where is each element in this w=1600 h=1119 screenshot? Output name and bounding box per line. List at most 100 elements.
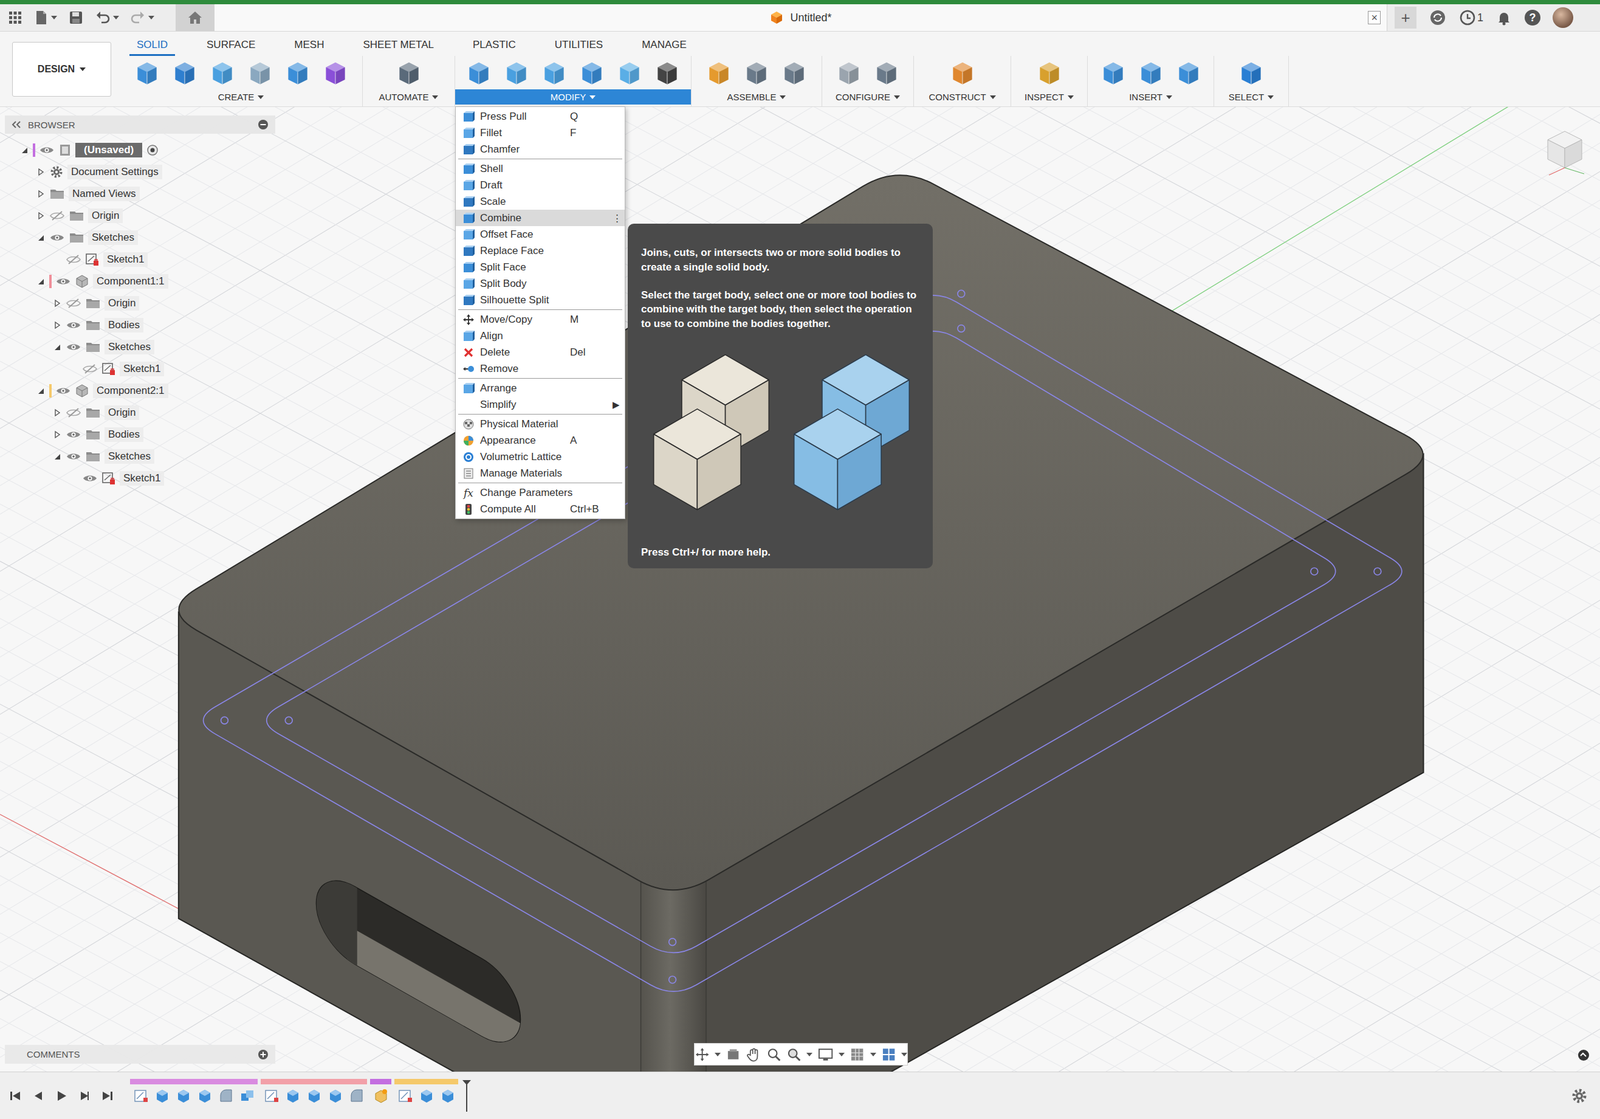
- timeline-feature[interactable]: [130, 1087, 152, 1104]
- browser-item[interactable]: Component1:1: [4, 270, 276, 293]
- menu-item[interactable]: Split Face: [455, 258, 625, 276]
- tool-icon[interactable]: [741, 57, 772, 89]
- step-forward-icon[interactable]: [77, 1088, 92, 1103]
- menu-item[interactable]: Arrange: [455, 379, 625, 397]
- timeline-feature[interactable]: [436, 1087, 459, 1104]
- home-tab[interactable]: [175, 4, 214, 31]
- tool-icon[interactable]: [1034, 57, 1065, 89]
- eye-hidden-icon[interactable]: [49, 210, 66, 222]
- tool-icon[interactable]: [501, 57, 532, 89]
- timeline-feature[interactable]: [394, 1087, 416, 1104]
- menu-item[interactable]: AppearanceA: [455, 432, 625, 449]
- expander[interactable]: [52, 408, 62, 417]
- expander[interactable]: [35, 167, 46, 177]
- group-menu-button[interactable]: INSERT: [1087, 89, 1214, 105]
- browser-item[interactable]: (Unsaved): [4, 139, 276, 162]
- user-avatar[interactable]: [1552, 7, 1574, 28]
- browser-item[interactable]: Bodies: [4, 314, 276, 337]
- menu-item[interactable]: Manage Materials: [455, 464, 625, 482]
- ribbon-tab[interactable]: UTILITIES: [547, 38, 611, 56]
- menu-item[interactable]: Split Body: [455, 275, 625, 292]
- group-menu-button[interactable]: SELECT: [1214, 89, 1289, 105]
- ribbon-tab[interactable]: PLASTIC: [465, 38, 524, 56]
- browser-item[interactable]: Sketches: [4, 445, 276, 468]
- group-menu-button[interactable]: CREATE: [119, 89, 363, 105]
- eye-icon[interactable]: [65, 450, 82, 462]
- menu-item[interactable]: Press PullQ: [455, 108, 625, 125]
- ribbon-tab[interactable]: MESH: [286, 38, 332, 56]
- menu-item[interactable]: Move/CopyM: [455, 311, 625, 328]
- tool-icon[interactable]: [1236, 57, 1267, 89]
- eye-hidden-icon[interactable]: [65, 297, 82, 309]
- browser-item[interactable]: Sketch1: [4, 467, 276, 490]
- eye-hidden-icon[interactable]: [65, 407, 82, 419]
- menu-item[interactable]: Volumetric Lattice: [455, 448, 625, 465]
- timeline-feature[interactable]: [415, 1087, 437, 1104]
- timeline-feature[interactable]: [370, 1087, 392, 1104]
- skip-to-start-icon[interactable]: [8, 1088, 22, 1103]
- tool-icon[interactable]: [169, 57, 200, 89]
- tool-icon[interactable]: [539, 57, 570, 89]
- skip-to-end-icon[interactable]: [100, 1088, 115, 1103]
- tool-icon[interactable]: [244, 57, 276, 89]
- expander[interactable]: [35, 277, 46, 286]
- ribbon-tab[interactable]: SOLID: [129, 38, 176, 56]
- new-tab-button[interactable]: +: [1394, 6, 1417, 29]
- timeline-group[interactable]: [130, 1078, 258, 1104]
- expander[interactable]: [52, 342, 62, 352]
- expander[interactable]: [52, 298, 62, 308]
- zoom-window-icon[interactable]: [786, 1046, 802, 1063]
- file-button[interactable]: [34, 9, 58, 26]
- eye-icon[interactable]: [55, 275, 72, 287]
- timeline-feature[interactable]: [260, 1087, 282, 1104]
- tool-icon[interactable]: [833, 57, 865, 89]
- pan-hand-icon[interactable]: [746, 1046, 762, 1063]
- menu-item[interactable]: Chamfer: [455, 140, 625, 158]
- timeline-group[interactable]: [370, 1078, 392, 1104]
- undo-button[interactable]: [94, 9, 120, 26]
- timeline-group[interactable]: [394, 1078, 459, 1104]
- gear-icon[interactable]: [1570, 1087, 1588, 1105]
- eye-icon[interactable]: [65, 429, 82, 440]
- viewports-icon[interactable]: [881, 1046, 897, 1063]
- menu-item[interactable]: Silhouette Split: [455, 291, 625, 309]
- menu-item[interactable]: DeleteDel: [455, 343, 625, 361]
- eye-icon[interactable]: [38, 144, 55, 156]
- bell-icon[interactable]: [1495, 9, 1513, 27]
- timeline-feature[interactable]: [172, 1087, 194, 1104]
- menu-item[interactable]: Shell: [455, 160, 625, 177]
- eye-icon[interactable]: [65, 341, 82, 353]
- group-menu-button[interactable]: MODIFY: [455, 89, 691, 105]
- tool-icon[interactable]: [779, 57, 810, 89]
- browser-item[interactable]: Origin: [4, 292, 276, 315]
- timeline-feature[interactable]: [281, 1087, 304, 1104]
- tool-icon[interactable]: [282, 57, 313, 89]
- menu-item[interactable]: Combine⋮: [455, 209, 625, 227]
- expander[interactable]: [19, 145, 30, 155]
- browser-item[interactable]: Sketch1: [4, 248, 276, 271]
- tool-icon[interactable]: [320, 57, 351, 89]
- browser-item[interactable]: Named Views: [4, 182, 276, 205]
- minimize-circle-icon[interactable]: [257, 118, 270, 131]
- step-back-icon[interactable]: [31, 1088, 45, 1103]
- group-menu-button[interactable]: INSPECT: [1011, 89, 1088, 105]
- browser-item[interactable]: Bodies: [4, 423, 276, 446]
- browser-item[interactable]: Sketches: [4, 336, 276, 358]
- zoom-icon[interactable]: [766, 1046, 782, 1063]
- document-tab[interactable]: Untitled*×: [213, 4, 1388, 31]
- ribbon-tab[interactable]: SURFACE: [199, 38, 263, 56]
- timeline-feature[interactable]: [193, 1087, 216, 1104]
- eye-icon[interactable]: [55, 385, 72, 397]
- group-menu-button[interactable]: ASSEMBLE: [691, 89, 822, 105]
- save-icon[interactable]: [68, 9, 84, 26]
- tool-icon[interactable]: [614, 57, 645, 89]
- display-settings-icon[interactable]: [817, 1046, 834, 1063]
- timeline-marker-icon[interactable]: [461, 1078, 473, 1113]
- tool-icon[interactable]: [703, 57, 735, 89]
- help-button[interactable]: ?: [1524, 9, 1541, 26]
- ribbon-tab[interactable]: SHEET METAL: [355, 38, 442, 56]
- tool-icon[interactable]: [207, 57, 238, 89]
- display-mode-icon[interactable]: [1576, 1048, 1591, 1062]
- tool-icon[interactable]: [871, 57, 902, 89]
- tool-icon[interactable]: [1135, 57, 1167, 89]
